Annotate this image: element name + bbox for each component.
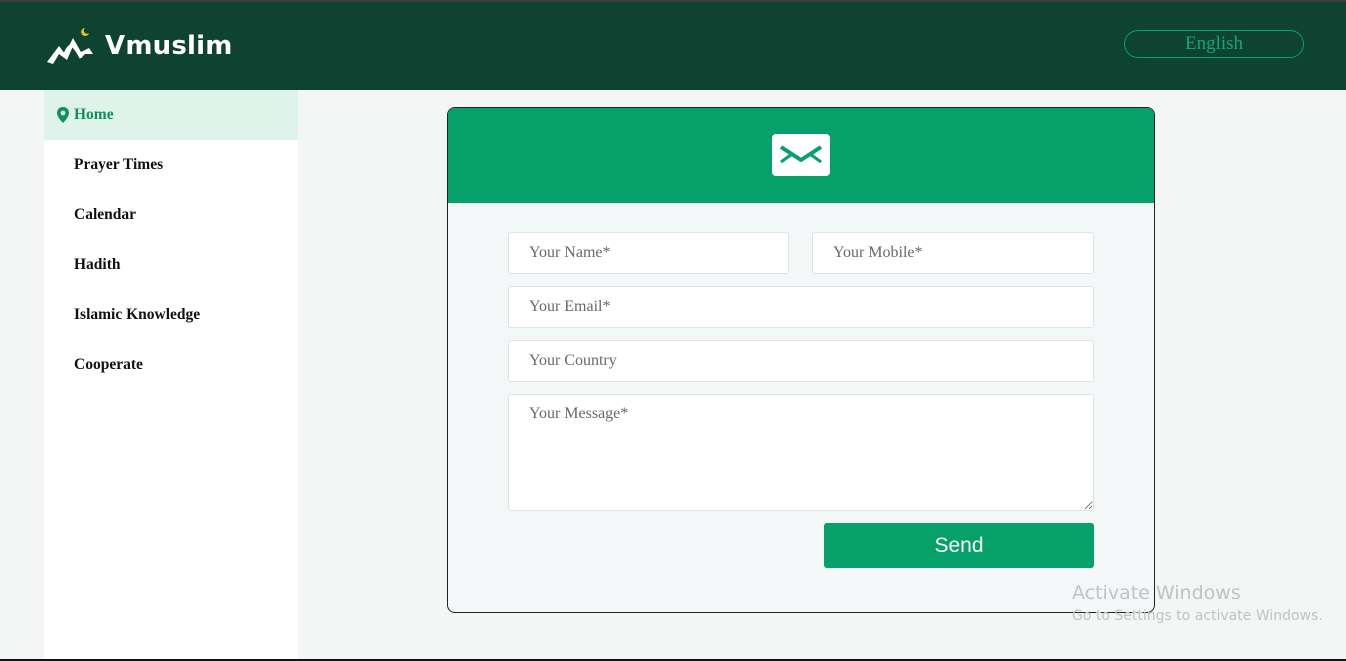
sidebar-item-label: Home xyxy=(74,106,114,123)
map-pin-icon xyxy=(57,107,69,123)
mosque-logo-icon xyxy=(47,28,93,64)
top-header: Vmuslim English xyxy=(0,2,1346,90)
email-input[interactable] xyxy=(508,286,1094,328)
sidebar-item-islamic-knowledge[interactable]: Islamic Knowledge xyxy=(44,290,298,340)
sidebar-item-label: Islamic Knowledge xyxy=(74,306,201,323)
country-input[interactable] xyxy=(508,340,1094,382)
mobile-input[interactable] xyxy=(812,232,1094,274)
sidebar-item-cooperate[interactable]: Cooperate xyxy=(44,340,298,390)
message-textarea[interactable] xyxy=(508,394,1094,511)
sidebar-item-home[interactable]: Home xyxy=(44,90,298,140)
contact-form-header xyxy=(448,108,1154,203)
sidebar-item-label: Cooperate xyxy=(74,356,143,373)
brand-name: Vmuslim xyxy=(105,31,233,61)
name-input[interactable] xyxy=(508,232,789,274)
brand-logo[interactable]: Vmuslim xyxy=(45,24,233,68)
sidebar-item-prayer-times[interactable]: Prayer Times xyxy=(44,140,298,190)
sidebar-item-label: Prayer Times xyxy=(74,156,164,173)
sidebar-nav: Home Prayer Times Calendar Hadith Islami… xyxy=(44,90,298,661)
sidebar-item-label: Hadith xyxy=(74,256,121,273)
windows-activation-watermark: Activate Windows Go to Settings to activ… xyxy=(1072,582,1323,627)
sidebar-item-calendar[interactable]: Calendar xyxy=(44,190,298,240)
contact-form-card: Send xyxy=(447,107,1155,613)
envelope-icon xyxy=(772,133,830,176)
language-selector-button[interactable]: English xyxy=(1124,30,1304,58)
watermark-subtitle: Go to Settings to activate Windows. xyxy=(1072,608,1323,624)
sidebar-item-hadith[interactable]: Hadith xyxy=(44,240,298,290)
sidebar-item-label: Calendar xyxy=(74,206,136,223)
send-button[interactable]: Send xyxy=(824,523,1094,568)
watermark-title: Activate Windows xyxy=(1072,582,1241,604)
